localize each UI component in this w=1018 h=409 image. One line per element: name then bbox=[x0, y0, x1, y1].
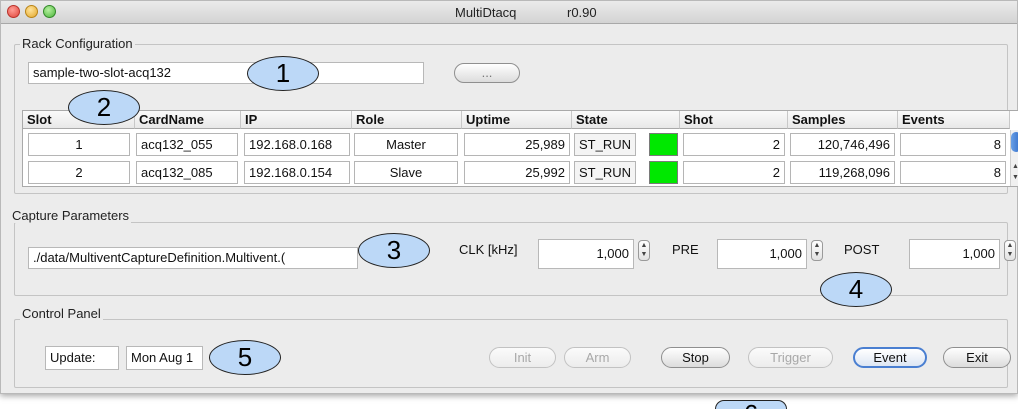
callout-1: 1 bbox=[247, 56, 319, 91]
control-panel-label: Control Panel bbox=[20, 306, 103, 321]
column-header-shot[interactable]: Shot bbox=[680, 111, 788, 129]
window-title: MultiDtacq bbox=[455, 5, 517, 20]
column-header-samples[interactable]: Samples bbox=[788, 111, 898, 129]
callout-2: 2 bbox=[68, 90, 140, 125]
state-indicator bbox=[649, 133, 678, 156]
exit-button[interactable]: Exit bbox=[943, 347, 1011, 368]
cell-role[interactable]: Slave bbox=[354, 161, 458, 184]
rack-config-name-field[interactable]: sample-two-slot-acq132 bbox=[28, 62, 424, 84]
pre-stepper[interactable]: ▲ ▼ bbox=[811, 240, 823, 261]
clk-label: CLK [kHz] bbox=[459, 242, 518, 257]
cell-shot[interactable]: 2 bbox=[683, 133, 785, 156]
capture-parameters-label: Capture Parameters bbox=[10, 208, 132, 223]
callout-6: 6 bbox=[715, 400, 787, 409]
cell-slot[interactable]: 1 bbox=[28, 133, 130, 156]
scroll-up-arrow-icon[interactable]: ▲ bbox=[1012, 163, 1018, 170]
pre-label: PRE bbox=[672, 242, 699, 257]
column-header-role[interactable]: Role bbox=[352, 111, 462, 129]
window-version: r0.90 bbox=[567, 5, 597, 20]
cell-ip[interactable]: 192.168.0.168 bbox=[244, 133, 350, 156]
main-window: MultiDtacq r0.90 Rack Configuration samp… bbox=[0, 0, 1018, 394]
cell-state[interactable]: ST_RUN bbox=[574, 133, 636, 156]
capture-definition-field[interactable]: ./data/MultiventCaptureDefinition.Multiv… bbox=[28, 247, 358, 269]
init-button[interactable]: Init bbox=[489, 347, 556, 368]
update-label: Update: bbox=[45, 346, 119, 370]
callout-4: 4 bbox=[820, 272, 892, 307]
post-input[interactable]: 1,000 bbox=[909, 239, 1000, 269]
cell-events[interactable]: 8 bbox=[900, 133, 1006, 156]
cell-uptime[interactable]: 25,989 bbox=[464, 133, 570, 156]
state-indicator bbox=[649, 161, 678, 184]
stop-button[interactable]: Stop bbox=[661, 347, 730, 368]
cell-shot[interactable]: 2 bbox=[683, 161, 785, 184]
table-scrollbar[interactable]: ▲ ▼ bbox=[1010, 130, 1018, 186]
cell-cardname[interactable]: acq132_085 bbox=[136, 161, 238, 184]
event-button[interactable]: Event bbox=[853, 347, 927, 368]
clk-input[interactable]: 1,000 bbox=[538, 239, 634, 269]
cell-cardname[interactable]: acq132_055 bbox=[136, 133, 238, 156]
column-header-state[interactable]: State bbox=[572, 111, 680, 129]
zoom-window-button[interactable] bbox=[43, 5, 56, 18]
title-bar: MultiDtacq r0.90 bbox=[1, 1, 1017, 24]
trigger-button[interactable]: Trigger bbox=[748, 347, 833, 368]
rack-table: Slot CardName IP Role Uptime State Shot … bbox=[22, 110, 1018, 187]
browse-config-button[interactable]: ... bbox=[454, 63, 520, 83]
column-header-uptime[interactable]: Uptime bbox=[462, 111, 572, 129]
cell-slot[interactable]: 2 bbox=[28, 161, 130, 184]
scroll-down-arrow-icon[interactable]: ▼ bbox=[1012, 174, 1018, 181]
cell-role[interactable]: Master bbox=[354, 133, 458, 156]
update-date-field[interactable]: Mon Aug 1 bbox=[126, 346, 203, 370]
clk-stepper[interactable]: ▲ ▼ bbox=[638, 240, 650, 261]
column-header-events[interactable]: Events bbox=[898, 111, 1010, 129]
pre-input[interactable]: 1,000 bbox=[717, 239, 807, 269]
post-label: POST bbox=[844, 242, 880, 257]
minimize-window-button[interactable] bbox=[25, 5, 38, 18]
close-window-button[interactable] bbox=[7, 5, 20, 18]
cell-state[interactable]: ST_RUN bbox=[574, 161, 636, 184]
cell-samples[interactable]: 120,746,496 bbox=[790, 133, 895, 156]
cell-uptime[interactable]: 25,992 bbox=[464, 161, 570, 184]
callout-5: 5 bbox=[209, 340, 281, 375]
column-header-cardname[interactable]: CardName bbox=[135, 111, 241, 129]
post-stepper[interactable]: ▲ ▼ bbox=[1004, 240, 1016, 261]
column-header-ip[interactable]: IP bbox=[241, 111, 352, 129]
arm-button[interactable]: Arm bbox=[564, 347, 631, 368]
rack-configuration-label: Rack Configuration bbox=[20, 36, 135, 51]
scrollbar-thumb[interactable] bbox=[1011, 132, 1018, 152]
cell-samples[interactable]: 119,268,096 bbox=[790, 161, 895, 184]
cell-ip[interactable]: 192.168.0.154 bbox=[244, 161, 350, 184]
cell-events[interactable]: 8 bbox=[900, 161, 1006, 184]
callout-3: 3 bbox=[358, 233, 430, 268]
